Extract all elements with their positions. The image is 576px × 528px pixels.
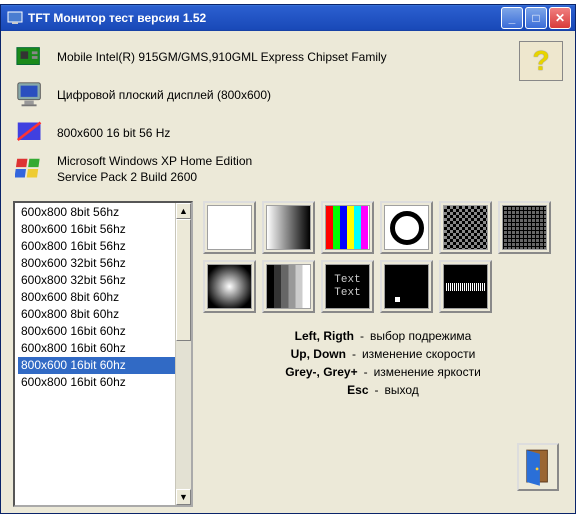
info-display-row: Цифровой плоский дисплей (800x600) — [13, 77, 563, 113]
mode-item[interactable]: 600x800 16bit 60hz — [18, 340, 175, 357]
scroll-track[interactable] — [176, 219, 191, 489]
mode-item[interactable]: 800x600 16bit 60hz — [18, 323, 175, 340]
os-line2: Service Pack 2 Build 2600 — [57, 170, 197, 184]
app-icon — [7, 10, 23, 26]
test-pixel-swatch — [384, 264, 429, 309]
keyhelp-keys: Up, Down — [291, 345, 346, 363]
keyhelp-keys: Grey-, Grey+ — [285, 363, 357, 381]
test-steps[interactable] — [262, 260, 315, 313]
window-title: TFT Монитор тест версия 1.52 — [28, 11, 499, 25]
test-checker[interactable] — [439, 201, 492, 254]
keyhelp-sep: - — [352, 345, 356, 363]
keyhelp-desc: выход — [385, 381, 419, 399]
maximize-icon: □ — [532, 12, 539, 24]
keyhelp-desc: изменение скорости — [362, 345, 475, 363]
test-grid[interactable] — [498, 201, 551, 254]
scroll-down-button[interactable]: ▼ — [176, 489, 191, 505]
info-mode-row: 800x600 16 bit 56 Hz — [13, 115, 563, 151]
scrollbar[interactable]: ▲ ▼ — [175, 203, 191, 505]
mode-item[interactable]: 600x800 32bit 56hz — [18, 272, 175, 289]
keyhelp-sep: - — [364, 363, 368, 381]
scroll-thumb[interactable] — [176, 219, 191, 341]
mode-item[interactable]: 600x800 8bit 60hz — [18, 306, 175, 323]
os-line1: Microsoft Windows XP Home Edition — [57, 154, 252, 168]
info-section: ? Mobile Intel(R) 915GM/GMS,910GML Expre… — [13, 39, 563, 191]
maximize-button[interactable]: □ — [525, 7, 547, 29]
test-text[interactable]: TextText — [321, 260, 374, 313]
test-checker-swatch — [443, 205, 488, 250]
mode-item[interactable]: 800x600 16bit 56hz — [18, 221, 175, 238]
test-circle[interactable] — [380, 201, 433, 254]
os-text: Microsoft Windows XP Home Edition Servic… — [57, 153, 252, 185]
close-button[interactable]: ✕ — [549, 7, 571, 29]
test-white[interactable] — [203, 201, 256, 254]
test-gradient-swatch — [266, 205, 311, 250]
mode-item[interactable]: 800x600 8bit 60hz — [18, 289, 175, 306]
info-os-row: Microsoft Windows XP Home Edition Servic… — [13, 153, 563, 189]
keyhelp-sep: - — [360, 327, 364, 345]
test-colorbars-swatch — [325, 205, 370, 250]
mode-item[interactable]: 800x600 32bit 56hz — [18, 255, 175, 272]
test-colorbars[interactable] — [321, 201, 374, 254]
test-steps-swatch — [266, 264, 311, 309]
titlebar[interactable]: TFT Монитор тест версия 1.52 _ □ ✕ — [1, 5, 575, 31]
modes-panel: 600x800 8bit 56hz800x600 16bit 56hz600x8… — [13, 201, 193, 507]
minimize-icon: _ — [509, 12, 516, 24]
test-gradient[interactable] — [262, 201, 315, 254]
keyhelp-row: Grey-, Grey+-изменение яркости — [203, 363, 563, 381]
mode-item[interactable]: 600x800 16bit 60hz — [18, 374, 175, 391]
resolution-icon — [13, 117, 47, 149]
test-white-swatch — [207, 205, 252, 250]
gpu-text: Mobile Intel(R) 915GM/GMS,910GML Express… — [57, 49, 387, 65]
display-text: Цифровой плоский дисплей (800x600) — [57, 87, 271, 103]
chipset-icon — [13, 41, 47, 73]
keyhelp-row: Left, Rigth-выбор подрежима — [203, 327, 563, 345]
info-gpu-row: Mobile Intel(R) 915GM/GMS,910GML Express… — [13, 39, 563, 75]
test-wave-swatch — [443, 264, 488, 309]
mode-item[interactable]: 600x800 8bit 56hz — [18, 204, 175, 221]
mode-item[interactable]: 800x600 16bit 60hz — [18, 357, 175, 374]
test-pixel[interactable] — [380, 260, 433, 313]
scroll-up-button[interactable]: ▲ — [176, 203, 191, 219]
windows-icon — [13, 153, 47, 185]
close-icon: ✕ — [555, 12, 565, 24]
mode-item[interactable]: 600x800 16bit 56hz — [18, 238, 175, 255]
test-radial[interactable] — [203, 260, 256, 313]
keyhelp-keys: Esc — [347, 381, 368, 399]
test-grid-swatch — [502, 205, 547, 250]
test-radial-swatch — [207, 264, 252, 309]
keyhelp-keys: Left, Rigth — [295, 327, 354, 345]
minimize-button[interactable]: _ — [501, 7, 523, 29]
keyhelp-sep: - — [375, 381, 379, 399]
right-panel: TextText Left, Rigth-выбор подрежимаUp, … — [203, 201, 563, 507]
keyhelp-desc: выбор подрежима — [370, 327, 471, 345]
keyhelp-desc: изменение яркости — [374, 363, 481, 381]
key-help: Left, Rigth-выбор подрежимаUp, Down-изме… — [203, 327, 563, 399]
test-circle-swatch — [384, 205, 429, 250]
app-window: TFT Монитор тест версия 1.52 _ □ ✕ ? Mob… — [0, 4, 576, 514]
mode-text: 800x600 16 bit 56 Hz — [57, 125, 170, 141]
keyhelp-row: Esc-выход — [203, 381, 563, 399]
exit-button[interactable] — [517, 443, 559, 491]
content-area: ? Mobile Intel(R) 915GM/GMS,910GML Expre… — [1, 31, 575, 513]
test-wave[interactable] — [439, 260, 492, 313]
test-grid: TextText — [203, 201, 563, 313]
modes-list[interactable]: 600x800 8bit 56hz800x600 16bit 56hz600x8… — [15, 203, 175, 505]
keyhelp-row: Up, Down-изменение скорости — [203, 345, 563, 363]
test-text-swatch: TextText — [325, 264, 370, 309]
lower-section: 600x800 8bit 56hz800x600 16bit 56hz600x8… — [13, 201, 563, 507]
monitor-icon — [13, 79, 47, 111]
door-icon — [523, 447, 553, 487]
help-button[interactable]: ? — [519, 41, 563, 81]
